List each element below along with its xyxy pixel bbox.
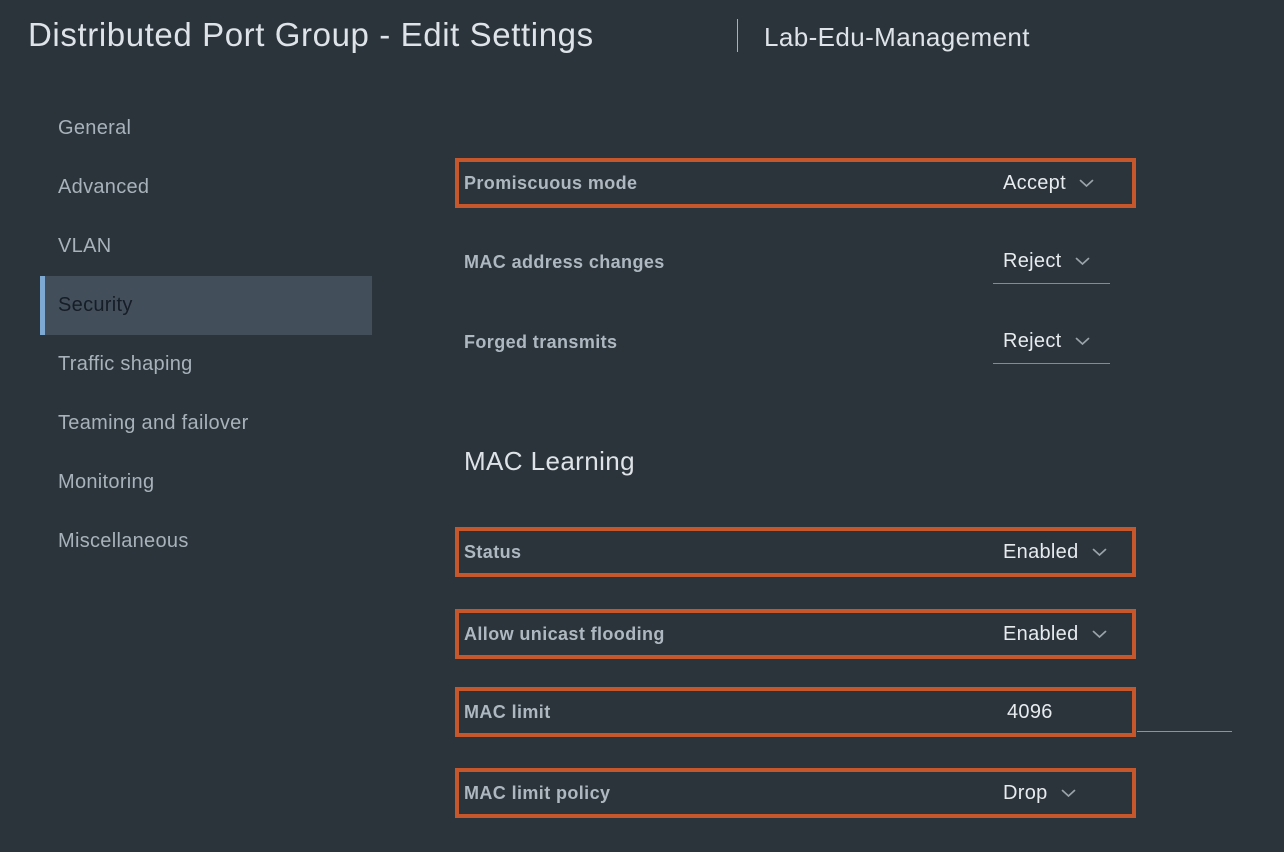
mac-learning-heading: MAC Learning [464,444,635,478]
chevron-down-icon [1092,630,1107,639]
sidebar-item-general[interactable]: General [40,99,372,158]
field-label: MAC address changes [464,240,665,284]
field-label: MAC limit [464,691,551,733]
sidebar-item-label: VLAN [58,235,111,258]
sidebar-item-label: Monitoring [58,471,154,494]
sidebar-item-miscellaneous[interactable]: Miscellaneous [40,512,372,571]
sidebar-item-monitoring[interactable]: Monitoring [40,453,372,512]
field-label: Status [464,531,521,573]
field-row-allow-unicast-flooding: Allow unicast flooding Enabled [455,609,1136,659]
sidebar-item-vlan[interactable]: VLAN [40,217,372,276]
chevron-down-icon [1075,337,1090,346]
port-group-name: Lab-Edu-Management [764,20,1030,54]
chevron-down-icon [1079,179,1094,188]
sidebar-item-label: Teaming and failover [58,412,249,435]
mac-limit-underline-extension [1137,731,1232,732]
field-row-mac-learning-status: Status Enabled [455,527,1136,577]
mac-limit-input[interactable]: 4096 [993,691,1110,733]
field-row-promiscuous-mode: Promiscuous mode Accept [455,158,1136,208]
sidebar-item-traffic-shaping[interactable]: Traffic shaping [40,335,372,394]
sidebar-item-security[interactable]: Security [40,276,372,335]
field-label: Forged transmits [464,320,617,364]
field-label: Allow unicast flooding [464,613,665,655]
field-row-mac-address-changes: MAC address changes Reject [455,240,1136,284]
sidebar-item-label: General [58,117,131,140]
title-divider [737,19,738,52]
sidebar-item-label: Miscellaneous [58,530,189,553]
sidebar-item-advanced[interactable]: Advanced [40,158,372,217]
sidebar-item-label: Traffic shaping [58,353,193,376]
dialog-title: Distributed Port Group - Edit Settings [28,14,594,56]
forged-transmits-dropdown[interactable]: Reject [993,320,1110,364]
selected-accent-bar [40,276,45,335]
chevron-down-icon [1061,789,1076,798]
field-label: MAC limit policy [464,772,610,814]
chevron-down-icon [1092,548,1107,557]
sidebar-item-label: Security [58,294,133,317]
field-row-mac-limit: MAC limit 4096 [455,687,1136,737]
edit-settings-dialog: Distributed Port Group - Edit Settings L… [0,0,1284,852]
allow-unicast-flooding-dropdown[interactable]: Enabled [993,613,1110,655]
promiscuous-mode-dropdown[interactable]: Accept [993,162,1110,204]
field-label: Promiscuous mode [464,162,637,204]
field-row-forged-transmits: Forged transmits Reject [455,320,1136,364]
field-row-mac-limit-policy: MAC limit policy Drop [455,768,1136,818]
settings-nav: General Advanced VLAN Security Traffic s… [40,99,372,571]
sidebar-item-label: Advanced [58,176,149,199]
mac-limit-policy-dropdown[interactable]: Drop [993,772,1110,814]
chevron-down-icon [1075,257,1090,266]
sidebar-item-teaming-and-failover[interactable]: Teaming and failover [40,394,372,453]
mac-learning-status-dropdown[interactable]: Enabled [993,531,1110,573]
mac-address-changes-dropdown[interactable]: Reject [993,240,1110,284]
